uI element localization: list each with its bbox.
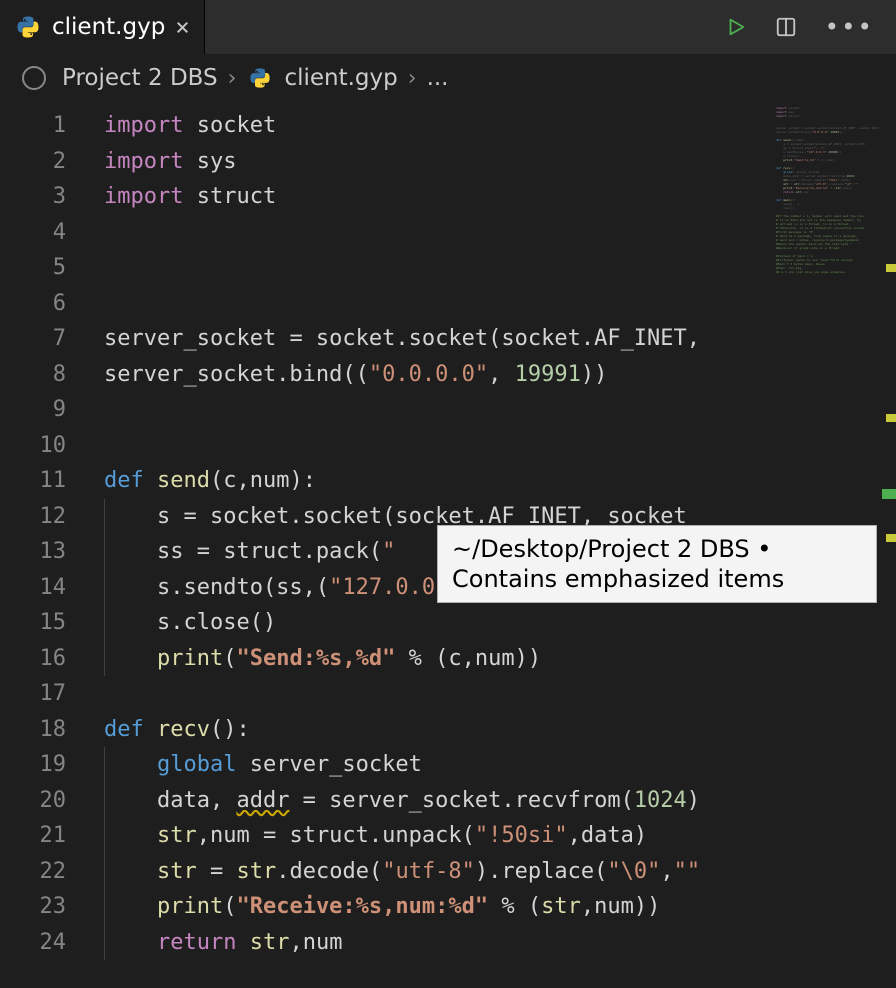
python-icon — [14, 13, 42, 41]
line-number: 13 — [0, 534, 90, 570]
breadcrumb-folder[interactable]: Project 2 DBS — [62, 65, 218, 91]
split-editor-icon[interactable] — [775, 16, 797, 38]
breadcrumb-file[interactable]: client.gyp — [284, 65, 397, 91]
line-number: 15 — [0, 605, 90, 641]
python-icon — [246, 64, 274, 92]
line-number: 8 — [0, 357, 90, 393]
code-line[interactable]: str,num = struct.unpack("!50si",data) — [90, 818, 896, 854]
line-number: 20 — [0, 783, 90, 819]
code-line[interactable] — [90, 428, 896, 464]
line-number: 19 — [0, 747, 90, 783]
minimap[interactable]: import socket import sys import struct s… — [775, 106, 896, 366]
code-line[interactable] — [90, 676, 896, 712]
breadcrumb-circle-icon — [22, 66, 46, 90]
breadcrumb-overflow[interactable]: ... — [427, 65, 449, 91]
line-number: 10 — [0, 428, 90, 464]
line-number: 9 — [0, 392, 90, 428]
chevron-right-icon: › — [228, 66, 237, 91]
line-number-gutter: 123456789101112131415161718192021222324 — [0, 102, 90, 988]
line-number: 5 — [0, 250, 90, 286]
code-line[interactable]: return str,num — [90, 925, 896, 961]
code-line[interactable]: s.close() — [90, 605, 896, 641]
run-icon[interactable] — [725, 16, 747, 38]
line-number: 11 — [0, 463, 90, 499]
breadcrumb-tooltip: ~/Desktop/Project 2 DBS • Contains empha… — [437, 525, 877, 603]
line-number: 14 — [0, 570, 90, 606]
tab-client-gyp[interactable]: client.gyp × — [0, 0, 205, 54]
breadcrumb[interactable]: Project 2 DBS › client.gyp › ... — [0, 54, 896, 102]
line-number: 12 — [0, 499, 90, 535]
line-number: 16 — [0, 641, 90, 677]
line-number: 2 — [0, 144, 90, 180]
code-line[interactable] — [90, 392, 896, 428]
editor-actions: ••• — [703, 13, 896, 41]
close-icon[interactable]: × — [175, 13, 189, 41]
line-number: 3 — [0, 179, 90, 215]
code-line[interactable]: def recv(): — [90, 712, 896, 748]
line-number: 24 — [0, 925, 90, 961]
tab-bar: client.gyp × ••• — [0, 0, 896, 54]
tab-filename: client.gyp — [52, 14, 165, 40]
code-line[interactable]: data, addr = server_socket.recvfrom(1024… — [90, 783, 896, 819]
code-line[interactable]: print("Receive:%s,num:%d" % (str,num)) — [90, 889, 896, 925]
code-line[interactable]: global server_socket — [90, 747, 896, 783]
line-number: 1 — [0, 108, 90, 144]
line-number: 4 — [0, 215, 90, 251]
code-line[interactable]: str = str.decode("utf-8").replace("\0","… — [90, 854, 896, 890]
more-icon[interactable]: ••• — [825, 13, 874, 41]
line-number: 18 — [0, 712, 90, 748]
line-number: 6 — [0, 286, 90, 322]
chevron-right-icon: › — [408, 66, 417, 91]
line-number: 23 — [0, 889, 90, 925]
line-number: 17 — [0, 676, 90, 712]
code-line[interactable]: print("Send:%s,%d" % (c,num)) — [90, 641, 896, 677]
line-number: 22 — [0, 854, 90, 890]
overview-ruler — [884, 54, 896, 988]
code-line[interactable]: def send(c,num): — [90, 463, 896, 499]
line-number: 21 — [0, 818, 90, 854]
line-number: 7 — [0, 321, 90, 357]
